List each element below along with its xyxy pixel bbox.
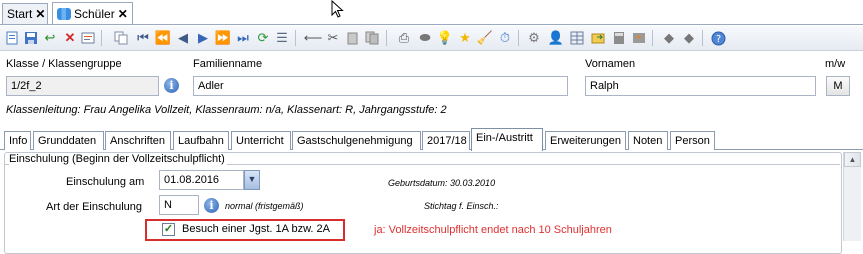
einschulung-am-label: Einschulung am [66, 176, 145, 188]
undo-icon[interactable]: ↩ [42, 30, 58, 46]
close-icon[interactable]: ✕ [35, 7, 45, 21]
art-einschulung-field[interactable]: N [159, 195, 199, 215]
shape-icon[interactable]: ◆ [661, 30, 677, 46]
klassenleitung-info: Klassenleitung: Frau Angelika Vollzeit, … [6, 104, 447, 116]
jgst-checkbox-label[interactable]: Besuch einer Jgst. 1A bzw. 2A [182, 223, 330, 235]
scrollbar[interactable]: ▲ [843, 152, 861, 241]
stichtag-label: Stichtag f. Einsch.: [424, 201, 499, 211]
person-icon[interactable]: 👤 [548, 30, 564, 46]
toolbar: ↩ ✕ ⏮ ⏪ ◀ ▶ ⏩ ⏭ ⟳ ☰ ⟵ ✂ ⎙ ⬬ 💡 ★ 🧹 ⏱ ⚙ 👤 … [0, 26, 863, 51]
separator [386, 30, 387, 46]
properties-icon[interactable] [80, 30, 96, 46]
next-icon[interactable]: ▶ [195, 30, 211, 46]
tab-erweiterungen[interactable]: Erweiterungen [545, 131, 626, 150]
tab-divider [0, 24, 863, 25]
refresh-icon[interactable]: ⟳ [255, 30, 271, 46]
close-icon[interactable]: ✕ [118, 7, 128, 21]
preview-icon[interactable]: ⬬ [417, 30, 433, 46]
familienname-field[interactable]: Adler [193, 76, 568, 96]
prev-icon[interactable]: ◀ [175, 30, 191, 46]
separator [702, 30, 703, 46]
tab-laufbahn[interactable]: Laufbahn [173, 131, 229, 150]
mouse-cursor-icon [331, 0, 344, 18]
shape2-icon[interactable]: ◆ [681, 30, 697, 46]
docs-icon[interactable] [364, 30, 380, 46]
print-icon[interactable]: ⎙ [396, 30, 412, 46]
last-icon[interactable]: ⏭ [235, 30, 251, 46]
cut-icon[interactable]: ✂ [325, 30, 341, 46]
geburtsdatum: Geburtsdatum: 30.03.2010 [388, 178, 496, 188]
tab-anschriften[interactable]: Anschriften [105, 131, 171, 150]
scroll-up-icon[interactable]: ▲ [844, 152, 861, 167]
calc-icon[interactable] [611, 30, 627, 46]
klasse-field[interactable]: 1/2f_2 [6, 76, 159, 96]
jgst-checkbox[interactable]: ✓ [162, 223, 175, 236]
broom-icon[interactable]: 🧹 [477, 30, 493, 46]
tab-unterricht[interactable]: Unterricht [231, 131, 291, 150]
tab-schueler-label: Schüler [74, 7, 115, 21]
familienname-label: Familienname [193, 58, 263, 70]
tab-info[interactable]: Info [4, 131, 31, 150]
star-icon[interactable]: ★ [457, 30, 473, 46]
first-icon[interactable]: ⏮ [135, 30, 151, 46]
help-icon[interactable]: ? [710, 30, 726, 46]
tab-start[interactable]: Start ✕ [2, 3, 48, 24]
info-icon[interactable]: i [164, 78, 179, 93]
grid-icon[interactable] [569, 30, 585, 46]
info-icon[interactable]: i [204, 198, 219, 213]
tab-schueler[interactable]: Schüler ✕ [52, 2, 133, 25]
tab-gastschulgenehmigung[interactable]: Gastschulgenehmigung [292, 131, 421, 150]
new-icon[interactable] [4, 30, 20, 46]
separator [652, 30, 653, 46]
students-icon [57, 8, 71, 20]
save-icon[interactable] [23, 30, 39, 46]
document-tab-bar: Start ✕ Schüler ✕ [0, 0, 863, 26]
mw-label: m/w [825, 58, 846, 70]
copy-icon[interactable] [113, 30, 129, 46]
gear-icon[interactable]: ⚙ [526, 30, 542, 46]
vornamen-field[interactable]: Ralph [585, 76, 816, 96]
separator [101, 30, 102, 46]
clock-icon[interactable]: ⏱ [497, 30, 513, 46]
tab-person[interactable]: Person [670, 131, 715, 150]
next-fast-icon[interactable]: ⏩ [215, 30, 231, 46]
tab-grunddaten[interactable]: Grunddaten [33, 131, 104, 150]
export-icon[interactable] [590, 30, 606, 46]
idea-icon[interactable]: 💡 [437, 30, 453, 46]
delete-icon[interactable]: ✕ [62, 30, 78, 46]
svg-text:?: ? [715, 34, 720, 45]
group-title: Einschulung (Beginn der Vollzeitschulpfl… [9, 153, 227, 165]
vornamen-label: Vornamen [585, 58, 636, 70]
gender-button[interactable]: M [826, 76, 850, 96]
tab-noten[interactable]: Noten [628, 131, 668, 150]
separator [518, 30, 519, 46]
prev-fast-icon[interactable]: ⏪ [155, 30, 171, 46]
back-icon[interactable]: ⟵ [304, 30, 323, 46]
tab-start-label: Start [7, 7, 33, 21]
chevron-down-icon[interactable]: ▼ [244, 170, 260, 190]
art-einschulung-label: Art der Einschulung [46, 201, 142, 213]
tab-2017-18[interactable]: 2017/18 [422, 131, 470, 150]
art-einschulung-hint: normal (fristgemäß) [225, 201, 304, 211]
paste-icon[interactable] [345, 30, 361, 46]
separator [295, 30, 296, 46]
list-icon[interactable]: ☰ [274, 30, 290, 46]
klasse-label: Klasse / Klassengruppe [6, 58, 122, 70]
einschulung-am-field[interactable]: 01.08.2016 [159, 170, 244, 190]
id-card-icon[interactable] [631, 30, 647, 46]
schulpflicht-note: ja: Vollzeitschulpflicht endet nach 10 S… [374, 224, 612, 236]
tab-ein-austritt[interactable]: Ein-/Austritt [471, 128, 543, 151]
